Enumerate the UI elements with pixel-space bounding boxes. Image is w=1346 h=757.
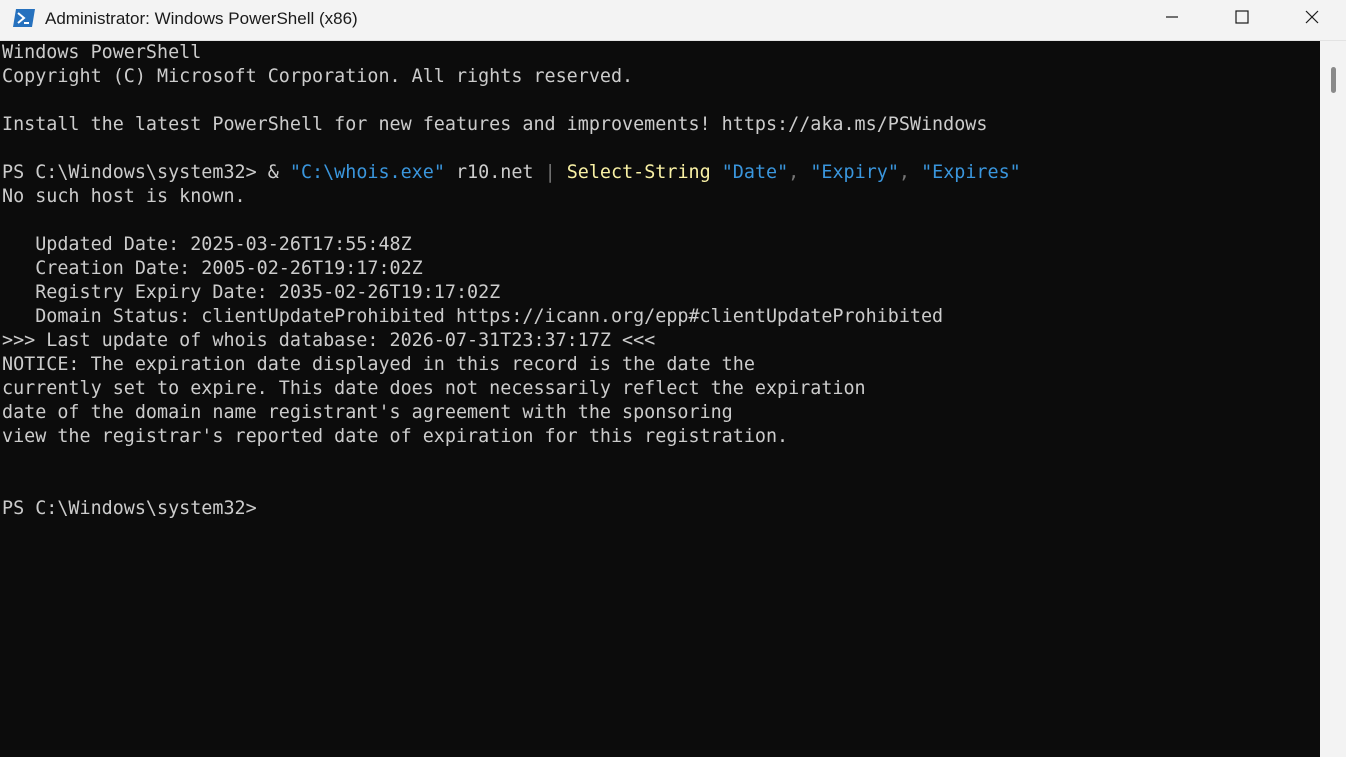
powershell-window: Administrator: Windows PowerShell (x86) … <box>0 0 1346 757</box>
minimize-button[interactable] <box>1137 0 1207 38</box>
title-bar[interactable]: Administrator: Windows PowerShell (x86) <box>0 0 1346 41</box>
window-title: Administrator: Windows PowerShell (x86) <box>45 9 358 28</box>
banner-title: Windows PowerShell <box>2 42 202 63</box>
output-line: date of the domain name registrant's agr… <box>2 402 733 423</box>
maximize-button[interactable] <box>1207 0 1277 38</box>
banner-copyright: Copyright (C) Microsoft Corporation. All… <box>2 66 634 87</box>
output-line: Updated Date: 2025-03-26T17:55:48Z <box>2 234 412 255</box>
exe-path: "C:\whois.exe" <box>289 162 445 183</box>
close-button[interactable] <box>1277 0 1346 38</box>
cmdlet-name: Select-String <box>566 162 711 183</box>
console-output-area[interactable]: Windows PowerShell Copyright (C) Microso… <box>0 41 1320 757</box>
output-line: Creation Date: 2005-02-26T19:17:02Z <box>2 258 423 279</box>
minimize-icon <box>1164 9 1180 30</box>
maximize-icon <box>1234 9 1250 30</box>
scrollbar-thumb[interactable] <box>1331 67 1336 93</box>
pattern-date: "Date" <box>721 162 789 183</box>
close-icon <box>1304 9 1320 30</box>
output-line: Registry Expiry Date: 2035-02-26T19:17:0… <box>2 282 501 303</box>
install-message: Install the latest PowerShell for new fe… <box>2 114 988 135</box>
call-operator: & <box>267 162 290 183</box>
prompt: PS C:\Windows\system32> <box>2 162 268 183</box>
output-line: NOTICE: The expiration date displayed in… <box>2 354 755 375</box>
output-line: >>> Last update of whois database: 2026-… <box>2 330 656 351</box>
comma: , <box>898 162 922 183</box>
command-line: PS C:\Windows\system32> & "C:\whois.exe"… <box>2 161 1021 185</box>
pipe-operator: | <box>544 162 556 183</box>
output-line: view the registrar's reported date of ex… <box>2 426 789 447</box>
pattern-expiry: "Expiry" <box>810 162 899 183</box>
powershell-icon <box>12 7 36 29</box>
output-line: currently set to expire. This date does … <box>2 378 866 399</box>
final-prompt[interactable]: PS C:\Windows\system32> <box>2 497 257 521</box>
output-line: No such host is known. <box>2 186 246 207</box>
output-line: Domain Status: clientUpdateProhibited ht… <box>2 306 944 327</box>
command-argument: r10.net <box>444 162 545 183</box>
pattern-expires: "Expires" <box>921 162 1021 183</box>
comma: , <box>788 162 811 183</box>
vertical-scrollbar[interactable] <box>1320 41 1346 757</box>
